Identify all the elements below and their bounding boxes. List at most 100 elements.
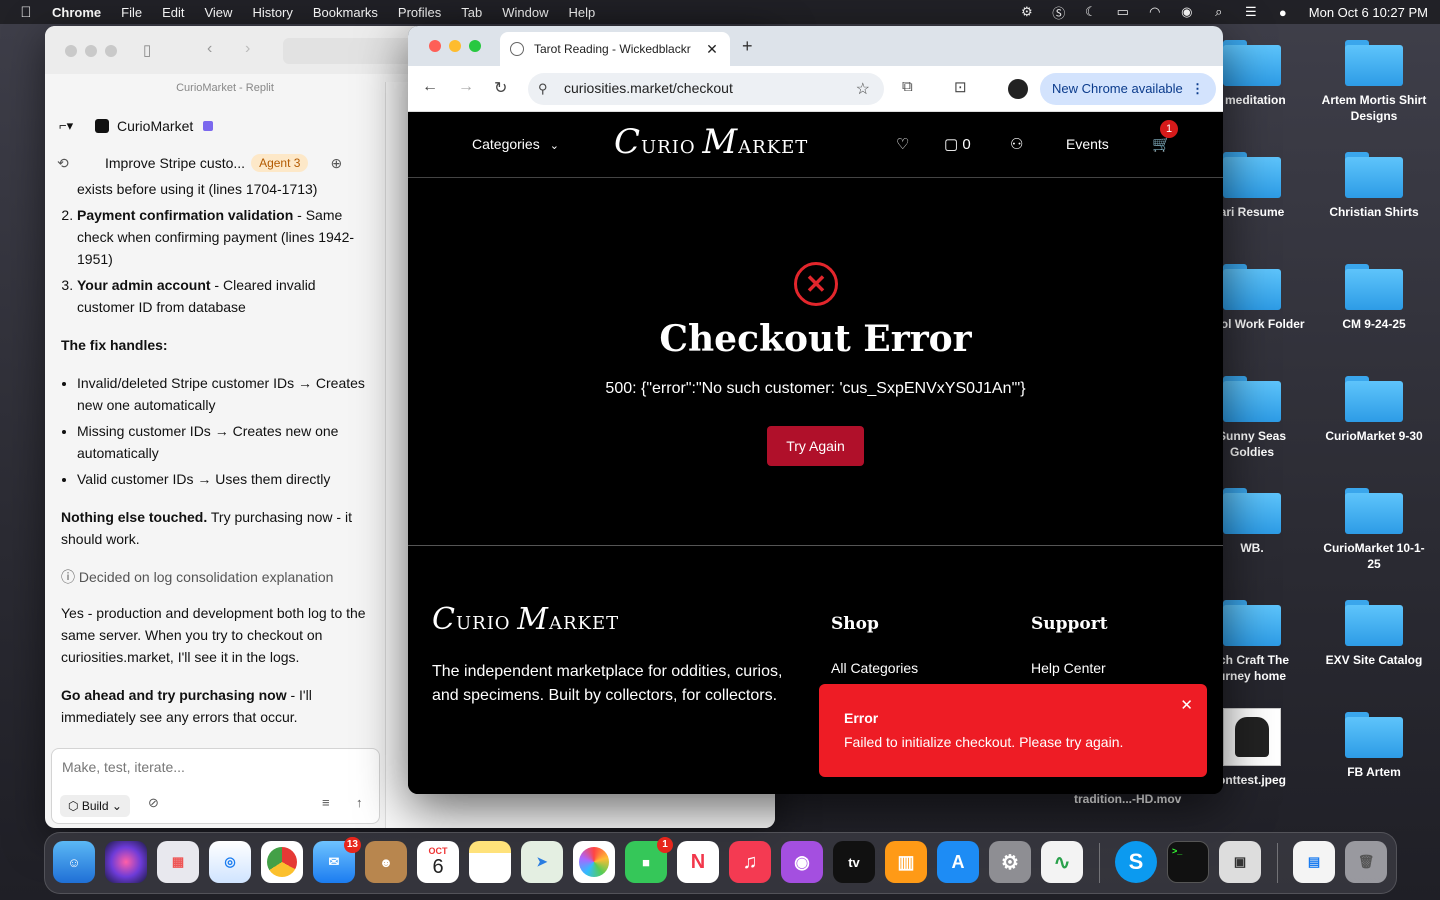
project-name[interactable]: CurioMarket	[117, 118, 193, 134]
siri-icon[interactable]	[105, 841, 147, 883]
activity-monitor-icon[interactable]: ∿	[1041, 841, 1083, 883]
menu-help[interactable]: Help	[569, 5, 596, 20]
menu-window[interactable]: Window	[502, 5, 548, 20]
app-store-icon[interactable]: A	[937, 841, 979, 883]
forward-icon[interactable]: ›	[245, 40, 250, 58]
chrome-update-button[interactable]: New Chrome available ⋮	[1040, 73, 1216, 105]
maps-icon[interactable]: ➤	[521, 841, 563, 883]
close-window-button[interactable]	[429, 40, 441, 52]
calendar-icon[interactable]: OCT 6	[417, 841, 459, 883]
close-icon[interactable]: ✕	[1180, 696, 1193, 714]
search-icon[interactable]: ⌕	[1203, 4, 1235, 20]
sidebar-toggle-icon[interactable]: ▯	[143, 41, 151, 59]
more-menu-icon[interactable]: ⋮	[1191, 73, 1204, 105]
send-icon[interactable]: ↑	[356, 795, 363, 810]
footer-logo[interactable]: CURIO MARKET	[432, 602, 619, 637]
site-settings-icon[interactable]: ⚲	[538, 81, 548, 97]
apple-tv-icon[interactable]: tv	[833, 841, 875, 883]
control-center-icon[interactable]: ☰	[1235, 4, 1267, 20]
launchpad-icon[interactable]: ▦	[157, 841, 199, 883]
finder-icon[interactable]: ☺	[53, 841, 95, 883]
tab-search-icon[interactable]: ⊡	[954, 78, 967, 96]
account-icon[interactable]: ⚇	[1010, 135, 1023, 153]
chat-input[interactable]: Make, test, iterate...	[62, 759, 185, 775]
back-icon[interactable]: ←	[422, 78, 438, 96]
skype-status-icon[interactable]: Ⓢ	[1043, 3, 1075, 22]
photos-icon[interactable]	[573, 841, 615, 883]
battery-icon[interactable]: ▭	[1107, 4, 1139, 20]
preview-app-icon[interactable]: ▣	[1219, 841, 1261, 883]
menu-view[interactable]: View	[204, 5, 232, 20]
history-icon[interactable]: ⟲	[57, 155, 105, 172]
safari-icon[interactable]: ◎	[209, 841, 251, 883]
terminal-icon[interactable]: >_	[1167, 841, 1209, 883]
menu-file[interactable]: File	[121, 5, 142, 20]
menu-tab[interactable]: Tab	[461, 5, 482, 20]
user-icon[interactable]: ◉	[1171, 4, 1203, 20]
profile-avatar[interactable]	[1008, 79, 1028, 99]
replit-logo-icon[interactable]: ⌐▾	[59, 118, 95, 134]
desktop-file-label[interactable]: tradition...-HD.mov	[1074, 792, 1181, 806]
apple-icon[interactable]: 	[0, 4, 52, 21]
siri-icon[interactable]: ●	[1267, 5, 1299, 20]
settings-sliders-icon[interactable]: ≡	[322, 795, 330, 810]
categories-dropdown[interactable]: Categories ⌄	[472, 136, 559, 152]
menu-profiles[interactable]: Profiles	[398, 5, 441, 20]
attach-icon[interactable]: ⊘	[148, 795, 159, 811]
moon-icon[interactable]: ☾	[1075, 4, 1107, 20]
footer-link-help-center[interactable]: Help Center	[1031, 660, 1106, 676]
minimize-window-button[interactable]	[449, 40, 461, 52]
back-icon[interactable]: ‹	[207, 40, 212, 58]
site-logo[interactable]: CURIO MARKET	[614, 122, 808, 162]
trash-icon[interactable]: 🗑	[1345, 841, 1387, 883]
heart-icon[interactable]: ♡	[896, 135, 909, 153]
new-tab-icon[interactable]: +	[742, 36, 753, 57]
try-again-button[interactable]: Try Again	[767, 426, 864, 466]
zoom-window-button[interactable]	[469, 40, 481, 52]
url-text[interactable]: curiosities.market/checkout	[564, 80, 733, 96]
replit-address-bar[interactable]	[283, 38, 413, 64]
desktop-folder[interactable]: EXV Site Catalog	[1320, 600, 1428, 668]
minimize-window-button[interactable]	[85, 45, 97, 57]
chat-composer[interactable]: Make, test, iterate... ⬡ Build ⌄ ⊘ ≡ ↑	[51, 748, 380, 824]
desktop-folder[interactable]: CurioMarket 9-30	[1320, 376, 1428, 444]
zoom-window-button[interactable]	[105, 45, 117, 57]
desktop-folder[interactable]: CurioMarket 10-1-25	[1320, 488, 1428, 572]
gear-icon[interactable]: ⚙	[1011, 4, 1043, 20]
extensions-icon[interactable]: ⧉	[902, 78, 913, 95]
system-settings-icon[interactable]: ⚙	[989, 841, 1031, 883]
desktop-folder[interactable]: FB Artem	[1320, 712, 1428, 780]
new-chat-icon[interactable]: ⊕	[330, 155, 342, 172]
music-icon[interactable]: ♫	[729, 841, 771, 883]
news-icon[interactable]: N	[677, 841, 719, 883]
forward-icon[interactable]: →	[458, 78, 474, 96]
desktop-folder[interactable]: Christian Shirts	[1320, 152, 1428, 220]
build-mode-button[interactable]: ⬡ Build ⌄	[60, 795, 130, 817]
menu-bookmarks[interactable]: Bookmarks	[313, 5, 378, 20]
menu-app-name[interactable]: Chrome	[52, 5, 101, 20]
close-window-button[interactable]	[65, 45, 77, 57]
footer-link-all-categories[interactable]: All Categories	[831, 660, 918, 676]
skype-icon[interactable]: S	[1115, 841, 1157, 883]
bookmark-star-icon[interactable]: ☆	[856, 79, 870, 99]
chrome-icon[interactable]	[261, 841, 303, 883]
address-bar[interactable]: ⚲ curiosities.market/checkout ☆	[528, 73, 884, 105]
podcasts-icon[interactable]: ◉	[781, 841, 823, 883]
messages-button[interactable]: ▢ 0	[944, 135, 971, 153]
mail-icon[interactable]: ✉ 13	[313, 837, 361, 883]
close-tab-icon[interactable]: ✕	[704, 41, 720, 58]
contacts-icon[interactable]: ☻	[365, 841, 407, 883]
thinking-step[interactable]: ⓘ Decided on log consolidation explanati…	[61, 566, 371, 588]
events-link[interactable]: Events	[1066, 136, 1109, 152]
reload-icon[interactable]: ↻	[494, 78, 507, 98]
desktop-folder[interactable]: CM 9-24-25	[1320, 264, 1428, 332]
desktop-folder[interactable]: Artem Mortis Shirt Designs	[1320, 40, 1428, 124]
task-title[interactable]: Improve Stripe custo...	[105, 155, 245, 171]
browser-tab[interactable]: Tarot Reading - Wickedblackr ✕	[500, 32, 730, 66]
menu-edit[interactable]: Edit	[162, 5, 184, 20]
facetime-icon[interactable]: ■ 1	[625, 837, 673, 883]
books-icon[interactable]: ▥	[885, 841, 927, 883]
wifi-icon[interactable]: ◠	[1139, 4, 1171, 20]
downloads-stack-icon[interactable]: ▤	[1293, 841, 1335, 883]
notes-icon[interactable]	[469, 841, 511, 883]
